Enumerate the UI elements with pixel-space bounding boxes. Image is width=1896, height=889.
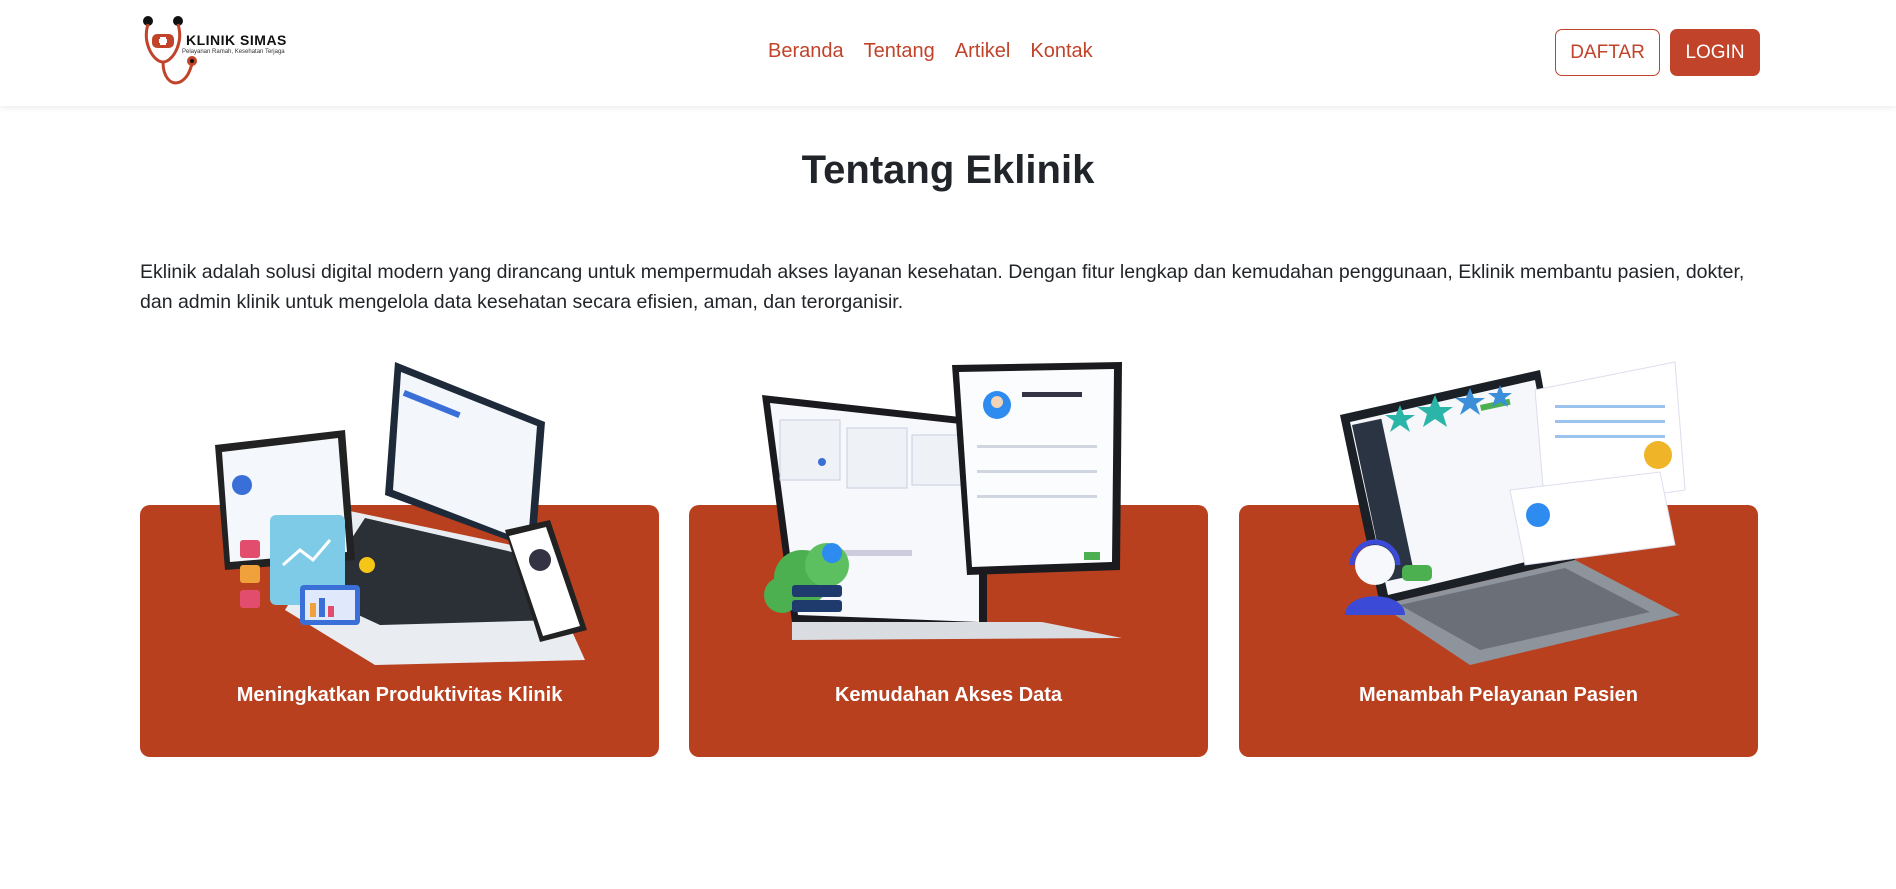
nav-link-artikel[interactable]: Artikel: [955, 40, 1011, 63]
brand-tagline: Pelayanan Ramah, Kesehatan Terjaga: [182, 49, 285, 55]
tablet-laptop-illustration-icon: [762, 362, 1122, 640]
nav-link-beranda[interactable]: Beranda: [768, 40, 844, 63]
feature-card-title: Kemudahan Akses Data: [834, 684, 1063, 706]
nav-link-kontak[interactable]: Kontak: [1030, 40, 1092, 63]
devices-illustration-icon: [215, 362, 587, 665]
nav-link-tentang[interactable]: Tentang: [864, 40, 935, 63]
brand-name: KLINIK SIMAS: [186, 32, 287, 48]
page-title: Tentang Eklinik: [801, 148, 1095, 192]
brand-logo[interactable]: KLINIK SIMAS Pelayanan Ramah, Kesehatan …: [140, 14, 300, 90]
login-button[interactable]: LOGIN: [1670, 29, 1760, 76]
feature-card-title: Meningkatkan Produktivitas Klinik: [236, 684, 563, 706]
laptop-support-illustration-icon: [1340, 361, 1686, 665]
intro-paragraph: Eklinik adalah solusi digital modern yan…: [140, 261, 1745, 313]
register-button[interactable]: DAFTAR: [1555, 29, 1660, 76]
main-nav: Beranda Tentang Artikel Kontak: [768, 40, 1093, 63]
navbar: KLINIK SIMAS Pelayanan Ramah, Kesehatan …: [0, 0, 1896, 106]
feature-card-title: Menambah Pelayanan Pasien: [1358, 684, 1638, 706]
